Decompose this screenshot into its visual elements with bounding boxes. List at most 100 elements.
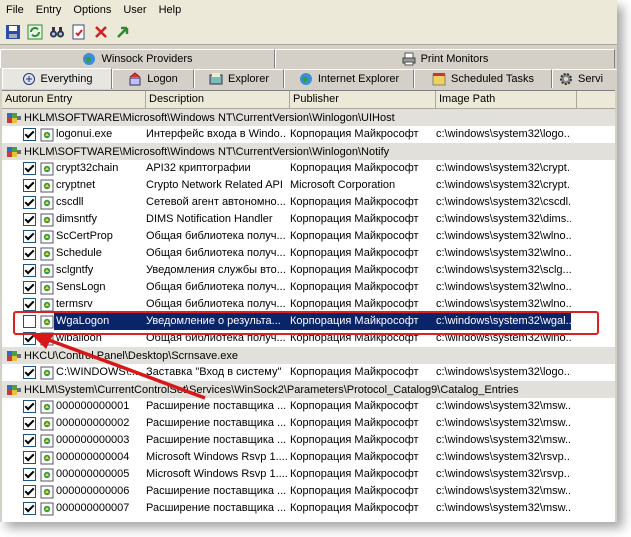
enable-checkbox[interactable] <box>23 315 36 328</box>
tab-scheduled-tasks[interactable]: Scheduled Tasks <box>414 69 552 88</box>
entry-row[interactable]: crypt32chain API32 криптографии Корпорация… <box>2 160 615 177</box>
enable-checkbox[interactable] <box>23 213 36 226</box>
entry-icon <box>40 128 54 142</box>
enable-checkbox[interactable] <box>23 485 36 498</box>
enable-checkbox[interactable] <box>23 281 36 294</box>
entry-row[interactable]: WgaLogon Уведомление о результа... Корпора… <box>2 313 615 330</box>
entry-name: termsrv <box>56 298 93 310</box>
enable-checkbox[interactable] <box>23 162 36 175</box>
entry-row[interactable]: dimsntfy DIMS Notification Handler Корпора… <box>2 211 615 228</box>
enable-checkbox[interactable] <box>23 451 36 464</box>
entry-icon <box>40 264 54 278</box>
entry-description: Расширение поставщика ... <box>146 400 287 412</box>
entry-row[interactable]: 000000000001 Расширение поставщика ... Кор… <box>2 398 615 415</box>
enable-checkbox[interactable] <box>23 264 36 277</box>
entry-cell: 000000000001 <box>2 398 143 415</box>
save-button[interactable] <box>3 22 23 42</box>
group-row[interactable]: HKCU\Control Panel\Desktop\Scrnsave.exe <box>2 347 615 364</box>
menu-options[interactable]: Options <box>67 0 117 20</box>
entry-row[interactable]: 000000000002 Расширение поставщика ... Кор… <box>2 415 615 432</box>
entry-image-path: c:\windows\system32\msw... <box>436 417 571 429</box>
column-autorun-entry[interactable]: Autorun Entry <box>2 91 146 108</box>
entry-description: Уведомления службы вто... <box>146 264 286 276</box>
group-row[interactable]: HKLM\SOFTWARE\Microsoft\Windows NT\Curre… <box>2 143 615 160</box>
entry-image-path: c:\windows\system32\rsvp... <box>436 451 571 463</box>
everything-icon <box>22 73 35 85</box>
entry-cell: sclgntfy <box>2 262 143 279</box>
tab-label: Scheduled Tasks <box>451 73 534 85</box>
enable-checkbox[interactable] <box>23 502 36 515</box>
tab-winsock-providers[interactable]: Winsock Providers <box>0 49 275 68</box>
column-image-path[interactable]: Image Path <box>436 91 577 108</box>
menu-user[interactable]: User <box>117 0 152 20</box>
entry-row[interactable]: cscdll Сетевой агент автономно... Корпорац… <box>2 194 615 211</box>
entry-row[interactable]: sclgntfy Уведомления службы вто... Корпора… <box>2 262 615 279</box>
refresh-button[interactable] <box>25 22 45 42</box>
entry-row[interactable]: termsrv Общая библиотека получ... Корпорац… <box>2 296 615 313</box>
enable-checkbox[interactable] <box>23 128 36 141</box>
tab-services[interactable]: Servi <box>552 69 617 88</box>
jump-icon <box>117 26 129 38</box>
logon-icon <box>129 72 141 86</box>
tab-label: Winsock Providers <box>101 53 193 65</box>
entry-cell: ScCertProp <box>2 228 143 245</box>
enable-checkbox[interactable] <box>23 332 36 345</box>
properties-button[interactable] <box>69 22 89 42</box>
entry-row[interactable]: Schedule Общая библиотека получ... Корпора… <box>2 245 615 262</box>
entry-cell: wlballoon <box>2 330 143 347</box>
menu-entry[interactable]: Entry <box>30 0 68 20</box>
tab-label: Servi <box>578 73 604 85</box>
entry-row[interactable]: 000000000007 Расширение поставщика ... Кор… <box>2 500 615 517</box>
entry-publisher: Корпорация Майкрософт <box>290 213 419 225</box>
entry-publisher: Корпорация Майкрософт <box>290 128 419 140</box>
refresh-icon <box>27 24 43 40</box>
tab-explorer[interactable]: Explorer <box>194 69 284 88</box>
entry-row[interactable]: 000000000003 Расширение поставщика ... Кор… <box>2 432 615 449</box>
column-publisher[interactable]: Publisher <box>290 91 436 108</box>
jump-button[interactable] <box>113 22 133 42</box>
enable-checkbox[interactable] <box>23 196 36 209</box>
entry-icon <box>40 247 54 261</box>
entry-cell: termsrv <box>2 296 143 313</box>
enable-checkbox[interactable] <box>23 179 36 192</box>
globe-icon <box>83 53 96 65</box>
autorun-list[interactable]: Autorun Entry Description Publisher Imag… <box>2 90 615 522</box>
entry-name: 000000000007 <box>56 502 130 514</box>
entry-row[interactable]: wlballoon Общая библиотека получ... Корпор… <box>2 330 615 347</box>
enable-checkbox[interactable] <box>23 468 36 481</box>
tab-print-monitors[interactable]: Print Monitors <box>275 49 615 68</box>
entry-row[interactable]: logonui.exe Интерфейс входа в Windo... Кор… <box>2 126 615 143</box>
find-button[interactable] <box>47 22 67 42</box>
group-row[interactable]: HKLM\SOFTWARE\Microsoft\Windows NT\Curre… <box>2 109 615 126</box>
enable-checkbox[interactable] <box>23 400 36 413</box>
entry-row[interactable]: SensLogn Общая библиотека получ... Корпора… <box>2 279 615 296</box>
enable-checkbox[interactable] <box>23 417 36 430</box>
entry-image-path: c:\windows\system32\crypt... <box>436 162 571 174</box>
entry-row[interactable]: ScCertProp Общая библиотека получ... Корпо… <box>2 228 615 245</box>
enable-checkbox[interactable] <box>23 230 36 243</box>
entry-row[interactable]: C:\WINDOWS\... Заставка "Вход в систему" К… <box>2 364 615 381</box>
enable-checkbox[interactable] <box>23 366 36 379</box>
tab-internet-explorer[interactable]: Internet Explorer <box>284 69 414 88</box>
entry-image-path: c:\windows\system32\msw... <box>436 485 571 497</box>
entry-row[interactable]: 000000000004 Microsoft Windows Rsvp 1....… <box>2 449 615 466</box>
entry-row[interactable]: cryptnet Crypto Network Related API Micros… <box>2 177 615 194</box>
tab-label: Everything <box>40 73 93 85</box>
menu-help[interactable]: Help <box>153 0 188 20</box>
entry-row[interactable]: 000000000005 Microsoft Windows Rsvp 1....… <box>2 466 615 483</box>
group-row[interactable]: HKLM\System\CurrentControlSet\Services\W… <box>2 381 615 398</box>
entry-name: C:\WINDOWS\... <box>56 366 138 378</box>
scheduled-tasks-icon <box>432 73 446 86</box>
column-description[interactable]: Description <box>146 91 290 108</box>
tab-logon[interactable]: Logon <box>112 69 194 88</box>
entry-row[interactable]: 000000000006 Расширение поставщика ... Кор… <box>2 483 615 500</box>
delete-button[interactable] <box>91 22 111 42</box>
enable-checkbox[interactable] <box>23 247 36 260</box>
entry-publisher: Корпорация Майкрософт <box>290 298 419 310</box>
menu-file[interactable]: File <box>0 0 30 20</box>
enable-checkbox[interactable] <box>23 298 36 311</box>
enable-checkbox[interactable] <box>23 434 36 447</box>
tab-everything[interactable]: Everything <box>2 68 112 89</box>
entry-image-path: c:\windows\system32\cscdl... <box>436 196 571 208</box>
entry-description: Расширение поставщика ... <box>146 485 287 497</box>
